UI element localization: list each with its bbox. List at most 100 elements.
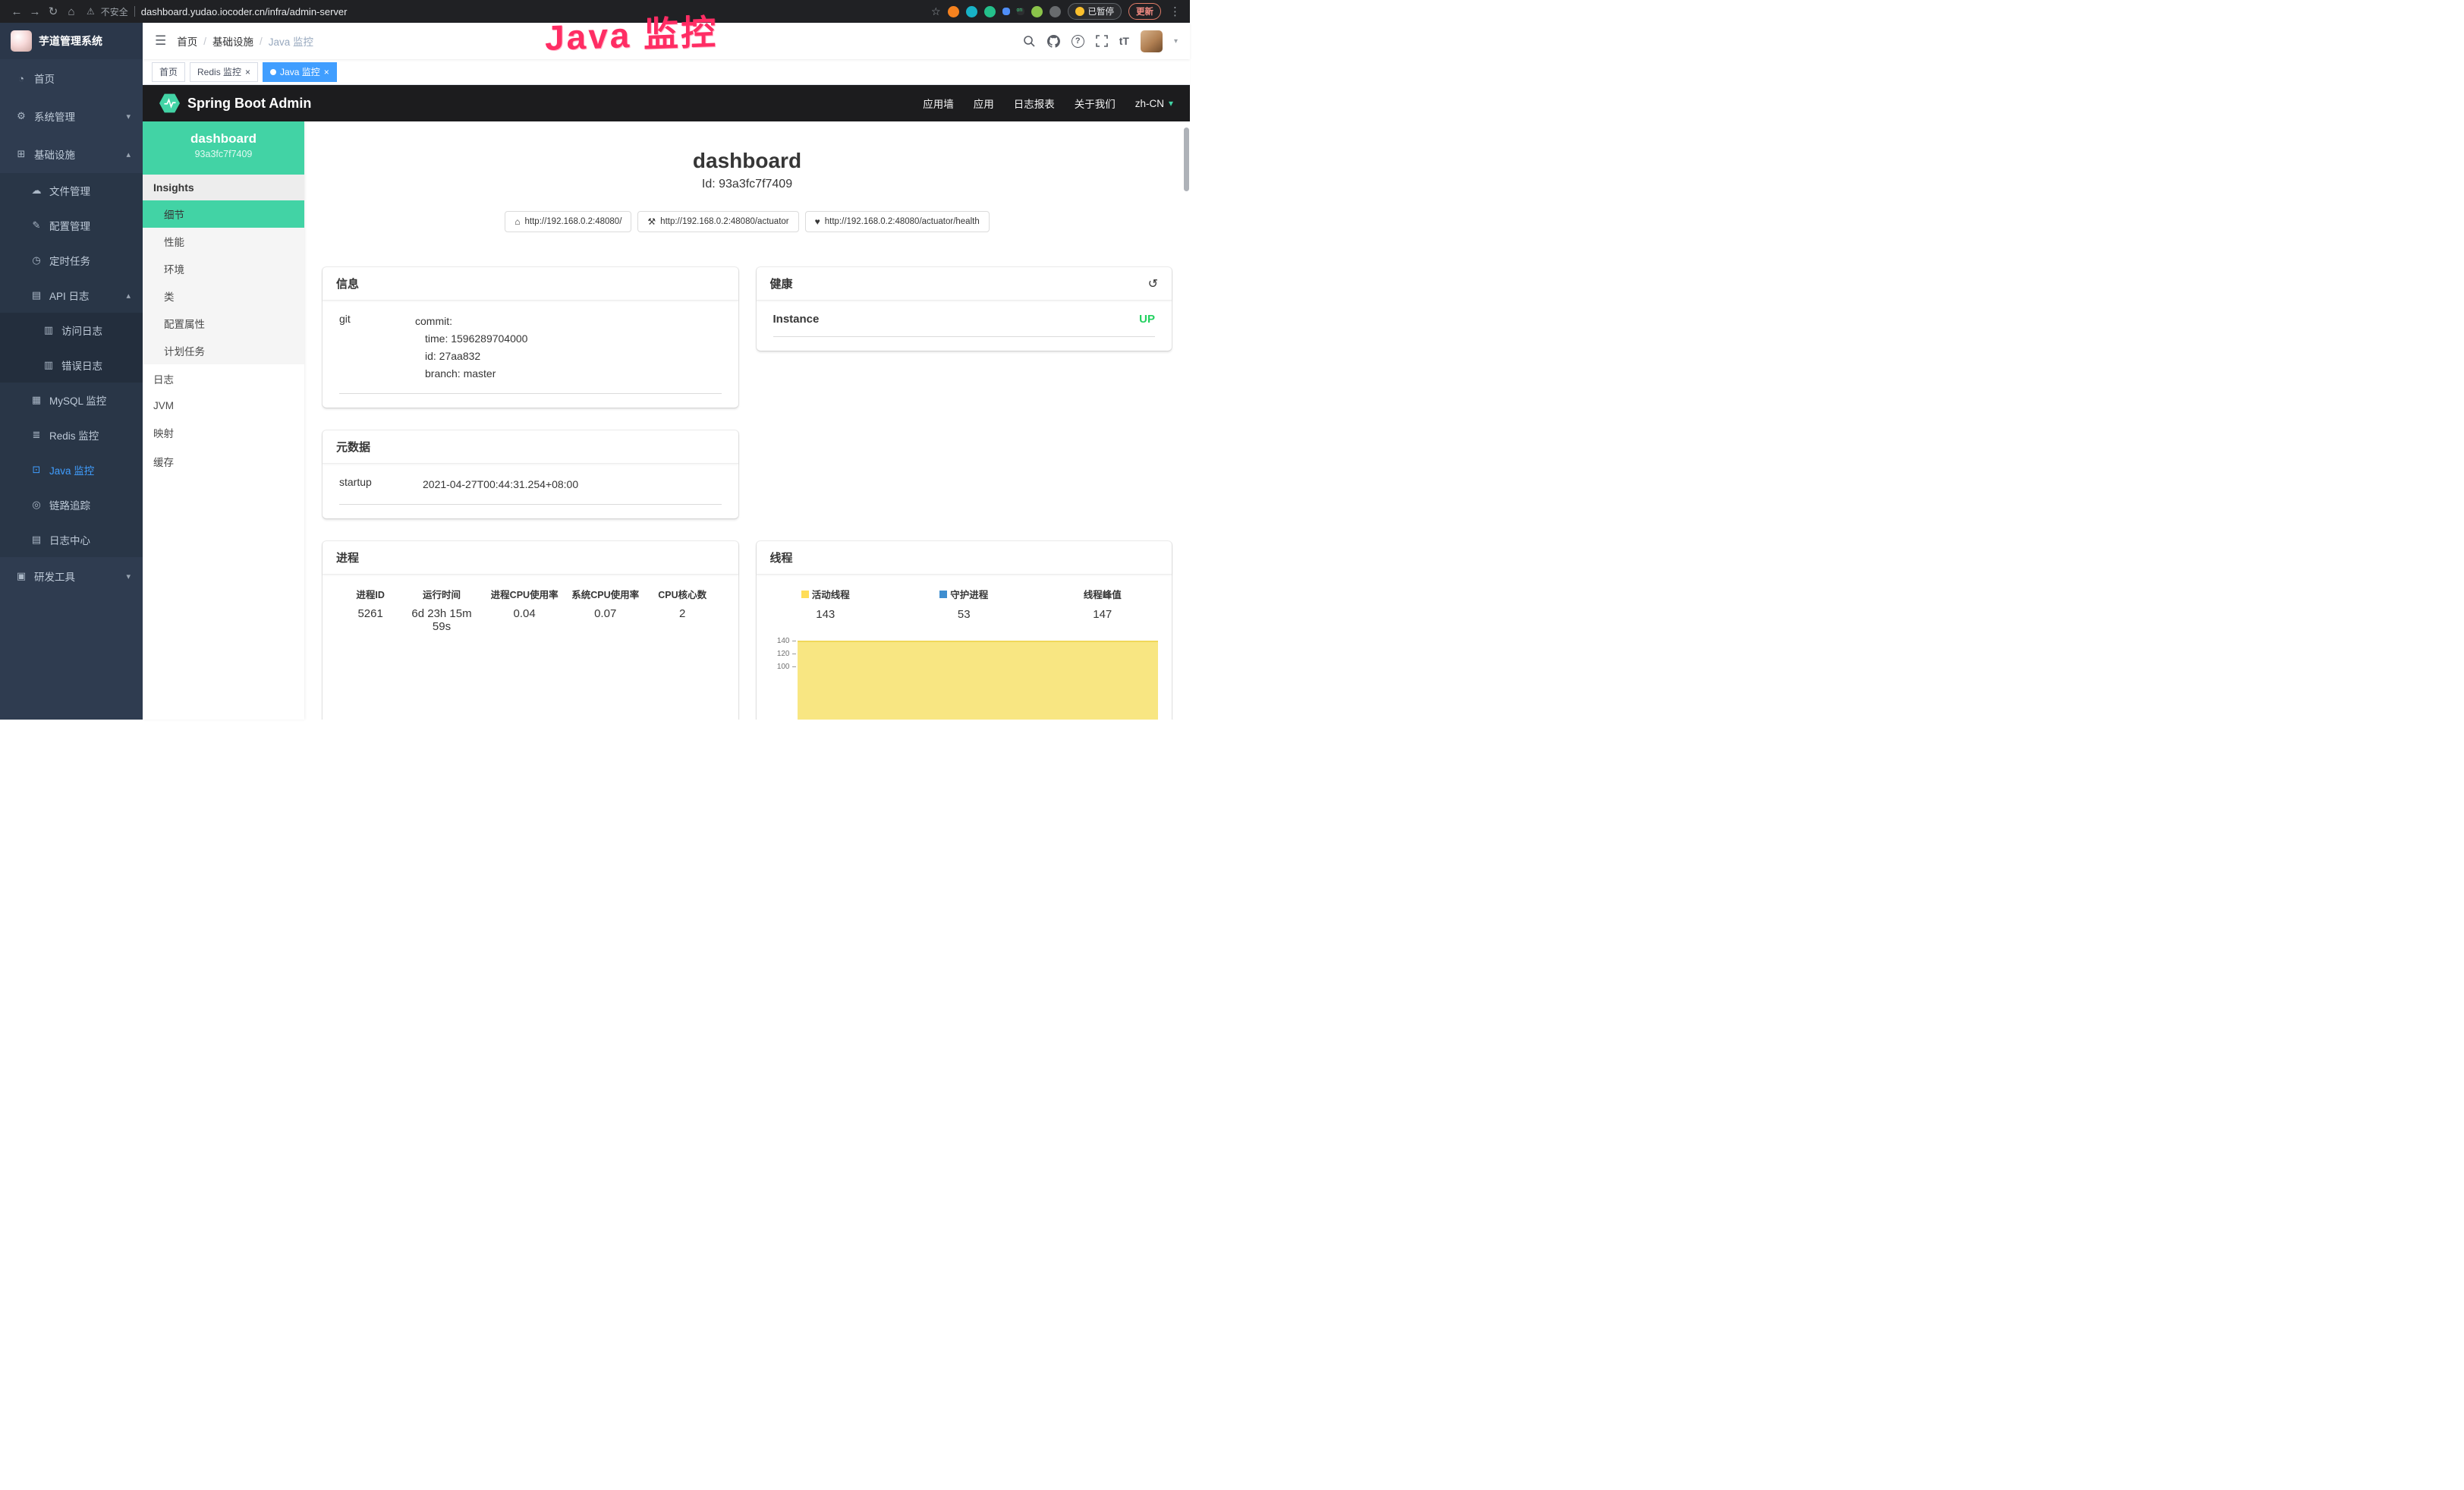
- extension-icon-3[interactable]: [984, 6, 996, 17]
- sba-item-jvm[interactable]: JVM: [143, 393, 304, 418]
- sba-nav-wallboard[interactable]: 应用墙: [923, 96, 954, 111]
- extension-icon-4[interactable]: [1002, 8, 1010, 15]
- tab-java-monitor[interactable]: Java 监控 ×: [263, 62, 337, 82]
- sba-sidebar: dashboard 93a3fc7f7409 Insights 细节 性能 环境…: [143, 121, 304, 720]
- sidebar-item-config-management[interactable]: ✎ 配置管理: [0, 208, 143, 243]
- tab-label: Java 监控: [280, 65, 320, 78]
- process-cpu-value: 0.04: [480, 607, 569, 633]
- sidebar-item-java-monitor[interactable]: ⊡ Java 监控: [0, 452, 143, 487]
- git-commit-time: time: 1596289704000: [415, 330, 527, 348]
- process-col-uptime: 运行时间: [403, 587, 480, 601]
- avatar-caret-icon[interactable]: ▾: [1174, 37, 1178, 46]
- fullscreen-icon[interactable]: [1096, 35, 1108, 47]
- font-size-icon[interactable]: tT: [1119, 35, 1129, 47]
- sidebar-item-label: Java 监控: [49, 462, 94, 477]
- reload-icon[interactable]: ↻: [44, 5, 62, 18]
- sba-nav-applications[interactable]: 应用: [974, 96, 994, 111]
- history-icon[interactable]: ↺: [1148, 276, 1158, 291]
- y-tick-100: 100: [764, 660, 796, 673]
- sba-nav-about[interactable]: 关于我们: [1075, 96, 1116, 111]
- github-icon[interactable]: [1047, 35, 1060, 48]
- extension-icon-6[interactable]: [1031, 6, 1043, 17]
- instance-link-label: http://192.168.0.2:48080/: [525, 217, 622, 226]
- health-key: Instance: [773, 313, 820, 326]
- sidebar-item-error-logs[interactable]: ▥ 错误日志: [0, 348, 143, 383]
- sidebar-item-dev-tools[interactable]: ▣ 研发工具 ▾: [0, 557, 143, 595]
- locale-selector[interactable]: zh-CN ▾: [1135, 98, 1173, 109]
- sba-item-performance[interactable]: 性能: [143, 228, 304, 255]
- extension-icon-2[interactable]: [966, 6, 977, 17]
- info-key: git: [339, 313, 415, 383]
- help-icon[interactable]: ?: [1072, 35, 1084, 48]
- search-icon[interactable]: [1023, 35, 1036, 48]
- sba-item-config-props[interactable]: 配置属性: [143, 310, 304, 337]
- sba-instance-header[interactable]: dashboard 93a3fc7f7409: [143, 121, 304, 175]
- address-bar[interactable]: ⚠ 不安全 dashboard.yudao.iocoder.cn/infra/a…: [87, 5, 931, 18]
- instance-link-health[interactable]: ♥ http://192.168.0.2:48080/actuator/heal…: [805, 211, 990, 232]
- home-icon[interactable]: ⌂: [62, 5, 80, 18]
- threads-legend: 活动线程 143 守护进程 53: [757, 587, 1172, 621]
- update-button[interactable]: 更新: [1128, 3, 1161, 20]
- sidebar-item-redis-monitor[interactable]: ≣ Redis 监控: [0, 417, 143, 452]
- tab-home[interactable]: 首页: [152, 62, 185, 82]
- back-icon[interactable]: ←: [8, 5, 26, 18]
- instance-link-actuator[interactable]: ⚒ http://192.168.0.2:48080/actuator: [637, 211, 798, 232]
- sidebar-toggle-icon[interactable]: ☰: [155, 33, 166, 49]
- sidebar-logo-bar[interactable]: 芋道管理系统: [0, 23, 143, 59]
- sba-item-classes[interactable]: 类: [143, 282, 304, 310]
- sba-item-scheduled-tasks[interactable]: 计划任务: [143, 337, 304, 364]
- sidebar-item-infrastructure[interactable]: ⊞ 基础设施 ▴: [0, 135, 143, 173]
- sidebar-item-home[interactable]: ◔ 首页: [0, 59, 143, 97]
- info-card-body: git commit: time: 1596289704000 id: 27aa…: [323, 301, 738, 408]
- sba-item-loggers[interactable]: 日志: [143, 364, 304, 393]
- instance-link-label: http://192.168.0.2:48080/actuator: [660, 217, 788, 226]
- sidebar-item-mysql-monitor[interactable]: ▦ MySQL 监控: [0, 383, 143, 417]
- file-icon: ☁: [30, 184, 42, 197]
- browser-menu-icon[interactable]: ⋮: [1168, 5, 1182, 18]
- tools-icon: ▣: [15, 570, 27, 582]
- metadata-card-body: startup 2021-04-27T00:44:31.254+08:00: [323, 464, 738, 518]
- scrollbar-thumb[interactable]: [1184, 128, 1189, 191]
- url-text[interactable]: dashboard.yudao.iocoder.cn/infra/admin-s…: [141, 6, 348, 17]
- health-card-title: 健康: [770, 276, 793, 291]
- breadcrumb: 首页 / 基础设施 / Java 监控: [177, 33, 313, 49]
- extension-icon-5[interactable]: on: [1017, 8, 1024, 15]
- breadcrumb-infrastructure[interactable]: 基础设施: [212, 33, 253, 49]
- sidebar-item-file-management[interactable]: ☁ 文件管理: [0, 173, 143, 208]
- sba-nav-journal[interactable]: 日志报表: [1014, 96, 1055, 111]
- sidebar-item-trace[interactable]: ◎ 链路追踪: [0, 487, 143, 522]
- user-avatar[interactable]: [1141, 30, 1163, 52]
- sidebar-item-scheduled-tasks[interactable]: ◷ 定时任务: [0, 243, 143, 278]
- sidebar-item-access-logs[interactable]: ▥ 访问日志: [0, 313, 143, 348]
- locale-label: zh-CN: [1135, 98, 1164, 109]
- close-icon[interactable]: ×: [324, 67, 329, 77]
- legend-label: 守护进程: [950, 587, 988, 601]
- extension-icon-1[interactable]: [948, 6, 959, 17]
- sidebar-item-api-logs[interactable]: ▤ API 日志 ▴: [0, 278, 143, 313]
- error-log-icon: ▥: [42, 359, 55, 371]
- tab-label: 首页: [159, 65, 178, 78]
- mysql-icon: ▦: [30, 394, 42, 406]
- sba-section-insights[interactable]: Insights: [143, 175, 304, 200]
- forward-icon[interactable]: →: [26, 5, 44, 18]
- extension-icon-7[interactable]: [1049, 6, 1061, 17]
- tab-redis-monitor[interactable]: Redis 监控 ×: [190, 62, 258, 82]
- security-warning-label: 不安全: [101, 5, 128, 18]
- sba-item-mappings[interactable]: 映射: [143, 418, 304, 447]
- sba-item-caches[interactable]: 缓存: [143, 447, 304, 476]
- sba-item-details[interactable]: 细节: [143, 200, 304, 228]
- breadcrumb-home[interactable]: 首页: [177, 33, 197, 49]
- bookmark-star-icon[interactable]: ☆: [931, 5, 941, 18]
- heart-icon: ♥: [815, 216, 820, 227]
- close-icon[interactable]: ×: [245, 67, 250, 77]
- daemon-threads-swatch: [939, 591, 947, 598]
- process-table-values: 5261 6d 23h 15m 59s 0.04 0.07 2: [338, 607, 723, 633]
- instance-link-root[interactable]: ⌂ http://192.168.0.2:48080/: [505, 211, 631, 232]
- sidebar-item-log-center[interactable]: ▤ 日志中心: [0, 522, 143, 557]
- breadcrumb-separator: /: [203, 36, 206, 47]
- security-warning-icon: ⚠: [87, 6, 95, 17]
- chevron-up-icon: ▴: [126, 150, 131, 159]
- paused-badge[interactable]: 已暂停: [1068, 3, 1122, 20]
- sba-item-environment[interactable]: 环境: [143, 255, 304, 282]
- sidebar-item-system-management[interactable]: ⚙ 系统管理 ▾: [0, 97, 143, 135]
